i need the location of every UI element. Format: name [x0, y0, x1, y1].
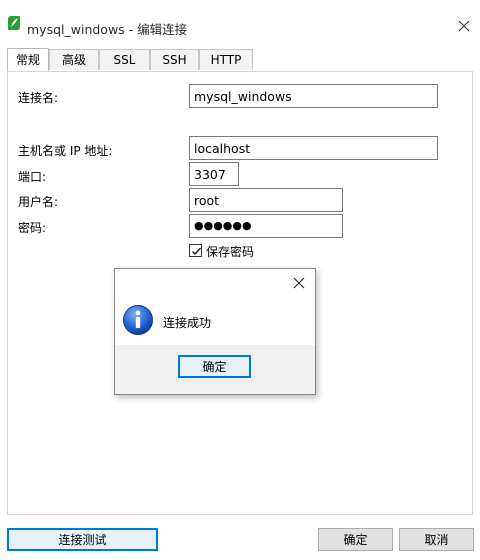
window-title: mysql_windows - 编辑连接	[27, 22, 188, 37]
dialog-close-icon[interactable]	[290, 274, 308, 292]
tab-strip: 常规 高级 SSL SSH HTTP	[7, 48, 477, 71]
username-input[interactable]	[189, 188, 343, 212]
test-connection-button[interactable]: 连接测试	[7, 528, 158, 551]
title-bar: mysql_windows - 编辑连接	[0, 0, 480, 38]
password-input[interactable]: ●●●●●●	[189, 214, 343, 238]
tab-ssl[interactable]: SSL	[99, 49, 150, 70]
tab-advanced[interactable]: 高级	[49, 49, 99, 70]
port-label: 端口:	[18, 170, 47, 184]
connection-success-dialog: 连接成功 确定	[114, 268, 316, 395]
dialog-ok-button[interactable]: 确定	[178, 355, 251, 378]
connection-name-input[interactable]	[189, 84, 438, 108]
cancel-button[interactable]: 取消	[399, 528, 474, 551]
save-password-label: 保存密码	[206, 245, 255, 259]
port-input[interactable]	[189, 162, 239, 186]
host-label: 主机名或 IP 地址:	[18, 144, 113, 158]
info-icon	[122, 304, 154, 336]
save-password-checkbox[interactable]	[189, 244, 202, 257]
connection-name-label: 连接名:	[18, 91, 59, 105]
password-label: 密码:	[18, 221, 47, 235]
tab-general[interactable]: 常规	[7, 48, 49, 71]
checkmark-icon	[192, 247, 202, 256]
username-label: 用户名:	[18, 195, 59, 209]
dialog-footer: 确定	[115, 345, 315, 394]
host-input[interactable]	[189, 136, 438, 160]
ok-button[interactable]: 确定	[318, 528, 393, 551]
window-close-icon[interactable]	[454, 16, 474, 36]
tab-http[interactable]: HTTP	[199, 49, 253, 70]
navicat-logo-icon	[7, 15, 21, 31]
tab-ssh[interactable]: SSH	[150, 49, 199, 70]
dialog-message: 连接成功	[163, 316, 212, 330]
